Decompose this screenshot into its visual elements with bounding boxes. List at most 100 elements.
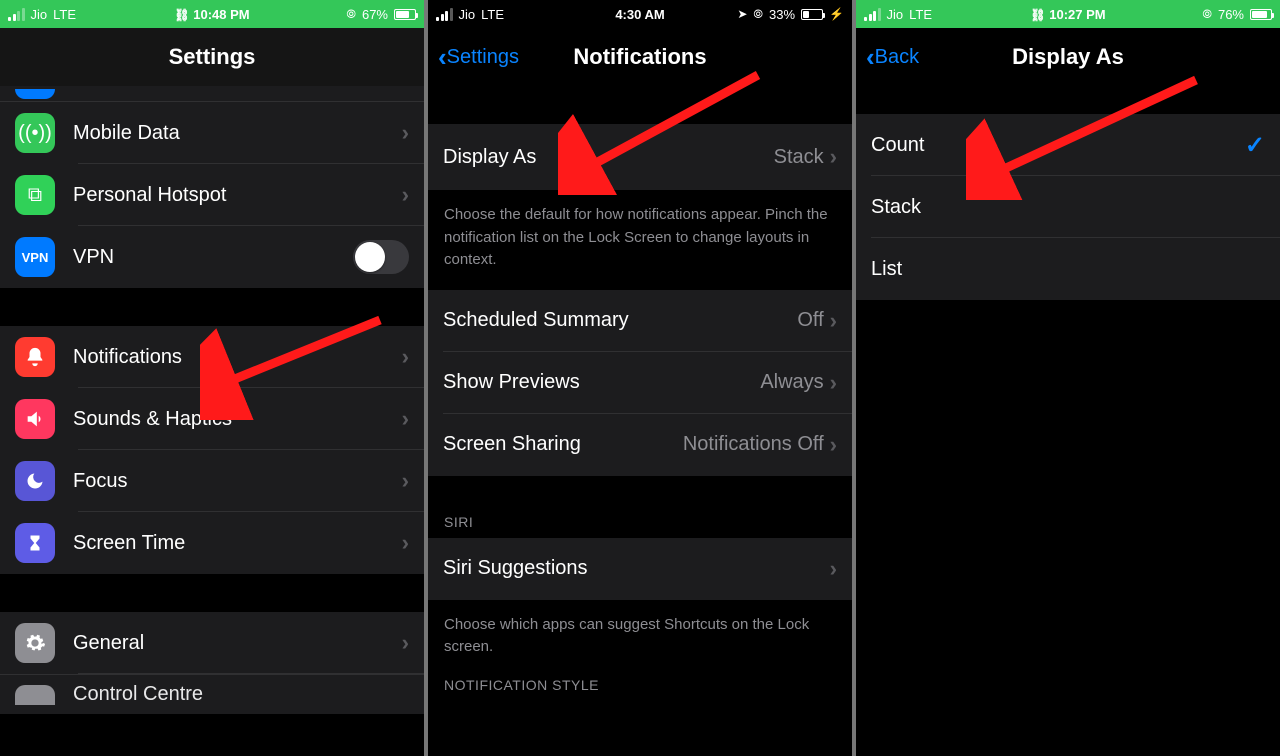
display-as-note: Choose the default for how notifications… <box>428 190 852 290</box>
carrier-label: Jio <box>459 7 476 22</box>
row-scheduled-summary[interactable]: Scheduled Summary Off › <box>428 290 852 352</box>
clock-label: 10:27 PM <box>1049 7 1105 22</box>
row-label: Scheduled Summary <box>443 309 629 332</box>
row-label: Screen Time <box>73 532 185 555</box>
clock-label: 4:30 AM <box>615 7 664 22</box>
option-stack[interactable]: Stack <box>856 176 1280 238</box>
screenshot-display-as: Jio LTE ⛓ 10:27 PM ⦾ 76% ‹ Back Display … <box>856 0 1280 756</box>
hotspot-icon: ⛓ <box>174 8 189 22</box>
option-list[interactable]: List <box>856 238 1280 300</box>
battery-pct: 33% <box>769 7 795 22</box>
row-notifications[interactable]: Notifications › <box>0 326 424 388</box>
row-label: Mobile Data <box>73 122 180 145</box>
row-label: Personal Hotspot <box>73 184 226 207</box>
row-label: Sounds & Haptics <box>73 408 232 431</box>
moon-icon <box>15 461 55 501</box>
option-count[interactable]: Count ✓ <box>856 114 1280 176</box>
hourglass-icon <box>15 523 55 563</box>
signal-icon <box>436 8 453 21</box>
speaker-icon <box>15 399 55 439</box>
row-label: Siri Suggestions <box>443 557 588 580</box>
hotspot-icon: ⛓ <box>1030 8 1045 22</box>
siri-note: Choose which apps can suggest Shortcuts … <box>428 600 852 677</box>
row-screen-time[interactable]: Screen Time › <box>0 512 424 574</box>
row-focus[interactable]: Focus › <box>0 450 424 512</box>
row-value: Always <box>760 371 823 394</box>
bell-icon <box>15 337 55 377</box>
chevron-right-icon: › <box>830 144 837 170</box>
option-label: Count <box>871 134 924 157</box>
page-title: Display As <box>856 44 1280 70</box>
row-value: Notifications Off <box>683 433 824 456</box>
status-bar: Jio LTE ⛓ 10:27 PM ⦾ 76% <box>856 0 1280 28</box>
antenna-icon: ((•)) <box>15 113 55 153</box>
battery-icon <box>801 9 823 20</box>
navbar: ‹ Settings Notifications <box>428 28 852 86</box>
link-icon: ⧉ <box>15 175 55 215</box>
row-label: Display As <box>443 146 536 169</box>
row-personal-hotspot[interactable]: ⧉ Personal Hotspot › <box>0 164 424 226</box>
page-title: Settings <box>0 44 424 70</box>
back-button[interactable]: ‹ Back <box>866 46 919 69</box>
chevron-right-icon: › <box>830 308 837 334</box>
checkmark-icon: ✓ <box>1245 131 1265 160</box>
battery-icon <box>1250 9 1272 20</box>
signal-icon <box>8 8 25 21</box>
charging-icon: ⚡ <box>829 7 844 21</box>
row-vpn[interactable]: VPN VPN <box>0 226 424 288</box>
section-header-style: NOTIFICATION STYLE <box>428 677 852 701</box>
row-value: Stack <box>774 146 824 169</box>
row-mobile-data[interactable]: ((•)) Mobile Data › <box>0 102 424 164</box>
battery-icon <box>394 9 416 20</box>
row-display-as[interactable]: Display As Stack › <box>428 124 852 190</box>
chevron-right-icon: › <box>402 630 409 656</box>
row-label: Notifications <box>73 346 182 369</box>
chevron-right-icon: › <box>402 120 409 146</box>
chevron-right-icon: › <box>402 344 409 370</box>
row-label: Screen Sharing <box>443 433 581 456</box>
network-label: LTE <box>909 7 932 22</box>
chevron-right-icon: › <box>402 182 409 208</box>
row-label: General <box>73 632 144 655</box>
row-label: Show Previews <box>443 371 580 394</box>
row-label: Focus <box>73 470 127 493</box>
navbar: ‹ Back Display As <box>856 28 1280 86</box>
alarm-icon: ⦾ <box>753 7 763 22</box>
screenshot-notifications: Jio LTE 4:30 AM ➤ ⦾ 33% ⚡ ‹ Settings Not… <box>428 0 852 756</box>
chevron-right-icon: › <box>402 530 409 556</box>
back-label: Settings <box>447 46 519 69</box>
gear-icon <box>15 623 55 663</box>
status-bar: Jio LTE 4:30 AM ➤ ⦾ 33% ⚡ <box>428 0 852 28</box>
vpn-icon: VPN <box>15 237 55 277</box>
location-icon: ➤ <box>737 7 747 21</box>
battery-pct: 67% <box>362 7 388 22</box>
clock-label: 10:48 PM <box>193 7 249 22</box>
network-label: LTE <box>481 7 504 22</box>
row-sounds-haptics[interactable]: Sounds & Haptics › <box>0 388 424 450</box>
section-header-siri: SIRI <box>428 514 852 538</box>
status-bar: Jio LTE ⛓ 10:48 PM ⦾ 67% <box>0 0 424 28</box>
back-label: Back <box>875 46 919 69</box>
chevron-right-icon: › <box>830 556 837 582</box>
battery-pct: 76% <box>1218 7 1244 22</box>
row-show-previews[interactable]: Show Previews Always › <box>428 352 852 414</box>
carrier-label: Jio <box>887 7 904 22</box>
vpn-toggle[interactable] <box>353 240 409 274</box>
row-control-centre[interactable]: Control Centre <box>0 674 424 714</box>
row-general[interactable]: General › <box>0 612 424 674</box>
navbar: Settings <box>0 28 424 86</box>
screenshot-settings: Jio LTE ⛓ 10:48 PM ⦾ 67% Settings ((•)) … <box>0 0 424 756</box>
alarm-icon: ⦾ <box>346 7 356 22</box>
signal-icon <box>864 8 881 21</box>
row-value: Off <box>797 309 823 332</box>
row-screen-sharing[interactable]: Screen Sharing Notifications Off › <box>428 414 852 476</box>
back-button[interactable]: ‹ Settings <box>438 46 519 69</box>
chevron-right-icon: › <box>402 468 409 494</box>
row-label: VPN <box>73 246 114 269</box>
row-siri-suggestions[interactable]: Siri Suggestions › <box>428 538 852 600</box>
carrier-label: Jio <box>31 7 48 22</box>
chevron-right-icon: › <box>402 406 409 432</box>
network-label: LTE <box>53 7 76 22</box>
chevron-right-icon: › <box>830 432 837 458</box>
chevron-right-icon: › <box>830 370 837 396</box>
